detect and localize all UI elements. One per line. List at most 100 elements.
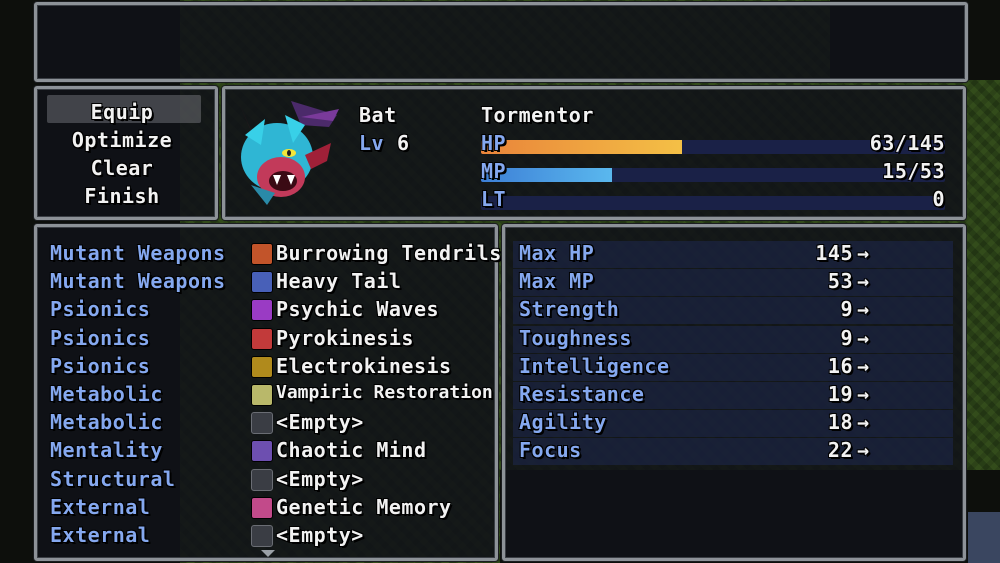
help-window: [34, 2, 968, 82]
equipment-slot-window: Mutant Weapons Burrowing Tendrils Mutant W…: [34, 224, 501, 561]
stat-label: Max MP: [519, 269, 595, 294]
empty-slot-icon: [251, 412, 273, 435]
stat-label: Agility: [519, 410, 607, 435]
command-equip[interactable]: Equip: [37, 100, 207, 124]
stat-row: Strength 9 →: [513, 297, 953, 325]
tail-icon: [251, 271, 273, 294]
stat-value: 18: [827, 410, 853, 435]
stat-value: 9: [840, 297, 853, 322]
parameter-window: Max HP 145 → Max MP 53 → Strength 9 → Toughness 9 →…: [502, 224, 966, 561]
stat-label: Toughness: [519, 325, 632, 350]
command-window: Equip Optimize Clear Finish: [34, 86, 218, 220]
stat-value: 9: [840, 325, 853, 350]
lightning-icon: [251, 355, 273, 378]
claw-strike-icon: [251, 243, 273, 265]
stat-value: 53: [827, 269, 853, 294]
stat-row: Max HP 145 →: [513, 241, 953, 268]
slot-item-name: Genetic Memory: [276, 494, 452, 519]
lt-label: LT: [481, 187, 507, 211]
slot-row[interactable]: Psionics Psychic Waves: [37, 297, 495, 325]
lt-value: 0: [932, 187, 945, 211]
stat-label: Strength: [519, 297, 620, 322]
hp-value: 63/145: [869, 131, 945, 155]
stat-arrow-icon: →: [857, 353, 870, 378]
slot-item-name: Burrowing Tendrils: [276, 241, 502, 265]
fire-icon: [251, 327, 273, 350]
stat-value: 19: [827, 382, 853, 406]
stat-row: Max MP 53 →: [513, 269, 953, 297]
stat-arrow-icon: →: [857, 241, 870, 265]
slot-item-name: Chaotic Mind: [276, 438, 427, 463]
slot-type-label: Structural: [50, 466, 176, 491]
empty-slot-icon: [251, 468, 273, 491]
stat-row: Intelligence 16 →: [513, 353, 953, 381]
stat-label: Focus: [519, 438, 582, 463]
slot-row[interactable]: Structural <Empty>: [37, 467, 495, 495]
slot-row[interactable]: External Genetic Memory: [37, 495, 495, 523]
slot-type-label: Mutant Weapons: [50, 241, 226, 265]
stat-arrow-icon: →: [857, 269, 870, 294]
slot-item-name: Heavy Tail: [276, 269, 402, 294]
lt-gauge: [481, 196, 945, 210]
slot-item-name: <Empty>: [276, 410, 364, 435]
spiral-icon: [251, 440, 273, 463]
slot-type-label: Mentality: [50, 438, 163, 463]
stat-label: Intelligence: [519, 353, 670, 378]
hp-gauge-fill: [481, 140, 683, 154]
slot-row[interactable]: Psionics Electrokinesis: [37, 354, 495, 382]
blood-cells-icon: [251, 384, 273, 406]
slot-item-name: <Empty>: [276, 466, 364, 491]
psychic-wave-icon: [251, 299, 273, 322]
stat-row: Agility 18 →: [513, 410, 953, 438]
command-optimize[interactable]: Optimize: [37, 128, 207, 152]
slot-row[interactable]: Psionics Pyrokinesis: [37, 326, 495, 354]
slot-row[interactable]: Mutant Weapons Heavy Tail: [37, 269, 495, 297]
stat-arrow-icon: →: [857, 297, 870, 322]
slot-item-name: <Empty>: [276, 523, 364, 547]
side-thumbnail: [968, 512, 1000, 563]
slot-type-label: Mutant Weapons: [50, 269, 226, 294]
stat-value: 145: [815, 241, 853, 265]
slot-type-label: External: [50, 494, 151, 519]
slot-type-label: Psionics: [50, 297, 151, 322]
level-label: Lv: [359, 131, 385, 155]
actor-class: Tormentor: [481, 103, 594, 127]
stat-arrow-icon: →: [857, 410, 870, 435]
actor-status-window: Bat Lv 6 Tormentor HP 63/145 MP 15/53 LT…: [222, 86, 966, 220]
mp-label: MP: [481, 159, 507, 183]
command-finish[interactable]: Finish: [37, 184, 207, 208]
bat-portrait: [239, 101, 339, 205]
slot-row[interactable]: External <Empty>: [37, 523, 495, 551]
slot-type-label: Psionics: [50, 353, 151, 378]
slot-row[interactable]: Mentality Chaotic Mind: [37, 438, 495, 466]
stat-row: Toughness 9 →: [513, 325, 953, 353]
stat-label: Resistance: [519, 382, 645, 406]
slot-item-name: Pyrokinesis: [276, 325, 414, 350]
slot-type-label: Metabolic: [50, 382, 163, 406]
dna-icon: [251, 496, 273, 519]
stat-arrow-icon: →: [857, 438, 870, 463]
slot-row[interactable]: Metabolic Vampiric Restoration: [37, 382, 495, 410]
slot-type-label: External: [50, 523, 151, 547]
mp-gauge: [481, 168, 945, 182]
stat-arrow-icon: →: [857, 382, 870, 406]
stat-label: Max HP: [519, 241, 595, 265]
stat-row: Focus 22 →: [513, 438, 953, 466]
empty-slot-icon: [251, 525, 273, 547]
slot-row[interactable]: Mutant Weapons Burrowing Tendrils: [37, 241, 501, 269]
slot-type-label: Metabolic: [50, 410, 163, 435]
slot-item-name: Electrokinesis: [276, 353, 452, 378]
stat-row: Resistance 19 →: [513, 382, 953, 409]
slot-row[interactable]: Metabolic <Empty>: [37, 410, 495, 438]
actor-name: Bat: [359, 103, 397, 127]
hp-label: HP: [481, 131, 507, 155]
stat-value: 16: [827, 353, 853, 378]
command-clear[interactable]: Clear: [37, 156, 207, 180]
mp-value: 15/53: [882, 159, 945, 183]
slot-type-label: Psionics: [50, 325, 151, 350]
slot-item-name: Vampiric Restoration: [276, 382, 493, 403]
slot-item-name: Psychic Waves: [276, 297, 440, 322]
scroll-down-arrow-icon[interactable]: [261, 550, 275, 557]
stat-arrow-icon: →: [857, 325, 870, 350]
level-value: 6: [397, 131, 410, 155]
